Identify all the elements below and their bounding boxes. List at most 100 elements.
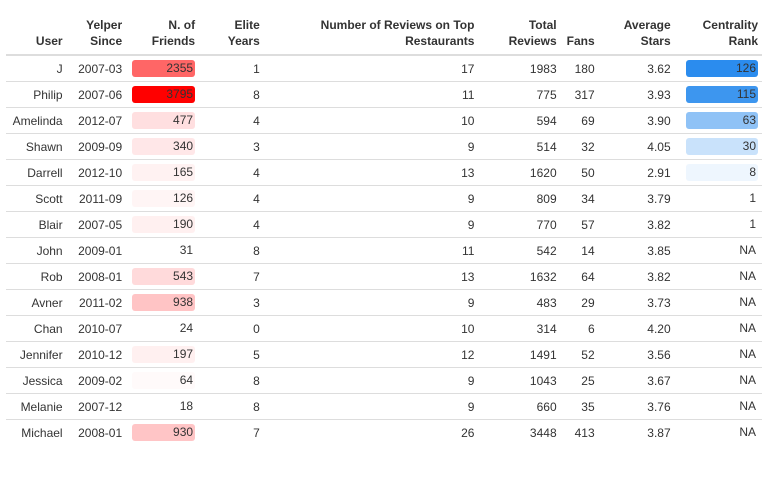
header-line-1: Number of Reviews on Top [320, 18, 475, 32]
header-average-stars: Average Stars [599, 17, 675, 55]
cell-centrality-rank: NA [674, 315, 762, 342]
cell-yelper-since: 2007-12 [66, 393, 127, 420]
cell-top-reviews: 9 [263, 289, 479, 316]
centrality-value: NA [739, 347, 756, 361]
header-top-reviews: Number of Reviews on Top Restaurants [264, 17, 479, 55]
table-row: Amelinda 2012-07 477 4 10 594 69 3.90 63 [6, 107, 762, 134]
header-line-2: Fans [566, 34, 595, 48]
cell-top-reviews: 9 [263, 211, 479, 238]
cell-centrality-rank: NA [674, 341, 762, 368]
cell-total-reviews: 594 [478, 107, 561, 134]
cell-average-stars: 3.79 [598, 185, 675, 212]
table-row: Chan 2010-07 24 0 10 314 6 4.20 NA [6, 315, 762, 342]
cell-user: Chan [6, 315, 67, 342]
cell-user: Scott [6, 185, 67, 212]
cell-total-reviews: 1632 [478, 263, 561, 290]
table-row: Melanie 2007-12 18 8 9 660 35 3.76 NA [6, 393, 762, 420]
centrality-value: NA [739, 425, 756, 439]
friends-value: 340 [132, 138, 196, 155]
cell-yelper-since: 2012-07 [66, 107, 127, 134]
cell-top-reviews: 11 [263, 81, 479, 108]
cell-elite-years: 8 [199, 237, 264, 264]
cell-yelper-since: 2007-06 [66, 81, 127, 108]
cell-top-reviews: 9 [263, 393, 479, 420]
centrality-value: NA [739, 295, 756, 309]
cell-fans: 69 [560, 107, 599, 134]
cell-yelper-since: 2011-09 [66, 185, 127, 212]
header-line-2: Rank [728, 34, 758, 48]
cell-top-reviews: 11 [263, 237, 479, 264]
cell-user: Blair [6, 211, 67, 238]
cell-centrality-rank: NA [674, 393, 762, 420]
cell-top-reviews: 26 [263, 419, 479, 445]
cell-friends: 2355 [126, 55, 199, 82]
cell-friends: 126 [126, 185, 200, 212]
cell-average-stars: 3.67 [598, 367, 675, 394]
cell-friends: 340 [126, 133, 200, 160]
cell-average-stars: 3.82 [598, 211, 675, 238]
cell-average-stars: 3.85 [598, 237, 675, 264]
cell-elite-years: 4 [199, 159, 264, 186]
table-row: Jessica 2009-02 64 8 9 1043 25 3.67 NA [6, 367, 762, 394]
cell-average-stars: 3.73 [598, 289, 675, 316]
cell-elite-years: 5 [199, 341, 264, 368]
cell-yelper-since: 2008-01 [66, 419, 127, 445]
cell-friends: 477 [126, 107, 200, 134]
cell-fans: 50 [560, 159, 599, 186]
cell-fans: 52 [560, 341, 599, 368]
cell-elite-years: 0 [199, 315, 264, 342]
centrality-value: 30 [686, 138, 758, 155]
cell-centrality-rank: NA [674, 419, 762, 445]
cell-centrality-rank: NA [674, 367, 762, 394]
cell-centrality-rank: 126 [675, 55, 762, 82]
cell-user: Michael [6, 419, 67, 445]
cell-fans: 64 [560, 263, 599, 290]
cell-total-reviews: 1491 [478, 341, 561, 368]
cell-centrality-rank: 63 [674, 107, 762, 134]
cell-friends: 3795 [126, 81, 200, 108]
table-row: John 2009-01 31 8 11 542 14 3.85 NA [6, 237, 762, 264]
cell-top-reviews: 12 [263, 341, 479, 368]
cell-yelper-since: 2009-09 [66, 133, 127, 160]
cell-centrality-rank: NA [674, 289, 762, 316]
friends-value: 2355 [132, 60, 196, 77]
cell-average-stars: 2.91 [598, 159, 675, 186]
friends-value: 477 [132, 112, 196, 129]
centrality-value: NA [739, 373, 756, 387]
cell-fans: 35 [560, 393, 599, 420]
friends-value: 197 [132, 346, 196, 363]
header-row: User Yelper Since N. of Friends Elite Years Num… [6, 17, 762, 55]
friends-value: 930 [132, 424, 196, 441]
cell-friends: 938 [126, 289, 200, 316]
centrality-value: NA [739, 321, 756, 335]
centrality-value: NA [739, 269, 756, 283]
cell-user: Rob [6, 263, 67, 290]
cell-fans: 32 [560, 133, 599, 160]
cell-top-reviews: 9 [263, 367, 479, 394]
data-table: User Yelper Since N. of Friends Elite Years Num… [6, 17, 762, 445]
cell-centrality-rank: NA [674, 263, 762, 290]
cell-user: Melanie [6, 393, 67, 420]
cell-user: John [6, 237, 67, 264]
header-total-reviews: Total Reviews [478, 17, 560, 55]
cell-user: Amelinda [6, 107, 67, 134]
header-line-1 [565, 17, 595, 33]
table-body: J 2007-03 2355 1 17 1983 180 3.62 126 Philip 2007-… [6, 55, 762, 445]
header-line-1: Total [528, 18, 557, 32]
header-friends: N. of Friends [126, 17, 199, 55]
header-fans: Fans [561, 17, 599, 55]
header-line-2: User [35, 34, 63, 48]
cell-fans: 317 [560, 81, 599, 108]
centrality-value: 126 [686, 60, 758, 77]
header-line-2: Reviews [508, 34, 557, 48]
cell-yelper-since: 2007-03 [78, 61, 123, 76]
friends-value: 64 [132, 372, 196, 389]
cell-top-reviews: 9 [263, 133, 479, 160]
cell-top-reviews: 9 [263, 185, 479, 212]
cell-centrality-rank: NA [674, 237, 762, 264]
cell-elite-years: 4 [199, 185, 264, 212]
friends-value: 165 [132, 164, 196, 181]
cell-centrality-rank: 1 [674, 185, 762, 212]
cell-friends: 18 [126, 393, 200, 420]
cell-friends: 64 [126, 367, 200, 394]
